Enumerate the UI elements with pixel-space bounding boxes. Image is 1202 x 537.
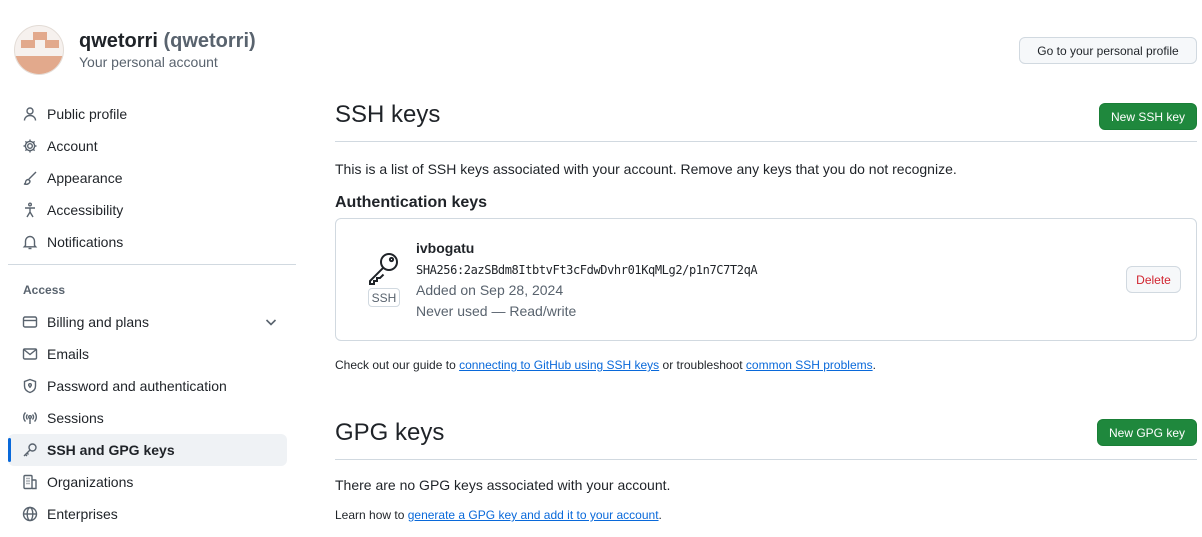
- sidebar-item-label: Organizations: [47, 474, 134, 490]
- ssh-troubleshoot-link[interactable]: common SSH problems: [746, 358, 873, 372]
- gpg-learn-text: Learn how to generate a GPG key and add …: [335, 508, 662, 522]
- credit-card-icon: [21, 313, 39, 331]
- section-divider: [335, 141, 1197, 142]
- paintbrush-icon: [21, 169, 39, 187]
- shield-lock-icon: [21, 377, 39, 395]
- authentication-keys-heading: Authentication keys: [335, 194, 488, 211]
- ssh-badge: SSH: [368, 288, 400, 307]
- sidebar-item-accessibility[interactable]: Accessibility: [8, 194, 287, 226]
- sidebar-item-label: Appearance: [47, 170, 123, 186]
- sidebar-item-label: SSH and GPG keys: [47, 442, 175, 458]
- chevron-down-icon[interactable]: [263, 314, 279, 330]
- accessibility-icon: [21, 201, 39, 219]
- sidebar-item-label: Public profile: [47, 106, 128, 122]
- gpg-learn-link[interactable]: generate a GPG key and add it to your ac…: [408, 508, 659, 522]
- ssh-key-title: ivbogatu: [416, 240, 475, 256]
- ssh-key-fingerprint: SHA256:2azSBdm8ItbtvFt3cFdwDvhr01KqMLg2/…: [416, 263, 758, 277]
- sidebar-item-password-auth[interactable]: Password and authentication: [8, 370, 287, 402]
- sidebar-item-notifications[interactable]: Notifications: [8, 226, 287, 258]
- section-divider: [335, 459, 1197, 460]
- key-icon: [21, 441, 39, 459]
- avatar[interactable]: [14, 25, 64, 75]
- ssh-key-item: [335, 218, 1197, 341]
- ssh-key-usage: Never used — Read/write: [416, 303, 577, 319]
- login-name: (qwetorri): [163, 30, 256, 52]
- sidebar-item-label: Password and authentication: [47, 378, 227, 394]
- guide-prefix: Check out our guide to: [335, 358, 460, 372]
- learn-suffix: .: [658, 508, 662, 522]
- broadcast-icon: [21, 409, 39, 427]
- sidebar-item-appearance[interactable]: Appearance: [8, 162, 287, 194]
- active-indicator: [8, 438, 11, 462]
- new-gpg-key-button[interactable]: New GPG key: [1097, 419, 1197, 446]
- globe-icon: [21, 505, 39, 523]
- gpg-keys-title: GPG keys: [335, 419, 445, 446]
- account-subtitle: Your personal account: [79, 54, 218, 70]
- sidebar-item-enterprises[interactable]: Enterprises: [8, 498, 287, 530]
- sidebar-item-label: Accessibility: [47, 202, 124, 218]
- sidebar-item-label: Account: [47, 138, 98, 154]
- sidebar-divider: [8, 264, 296, 265]
- sidebar-item-label: Emails: [47, 346, 90, 362]
- go-to-profile-button[interactable]: Go to your personal profile: [1019, 37, 1197, 64]
- sidebar-item-ssh-gpg-keys[interactable]: SSH and GPG keys: [8, 434, 287, 466]
- key-icon: [369, 253, 398, 285]
- organization-icon: [21, 473, 39, 491]
- delete-ssh-key-button[interactable]: Delete: [1126, 266, 1181, 293]
- sidebar-item-account[interactable]: Account: [8, 130, 287, 162]
- sidebar-item-label: Billing and plans: [47, 314, 149, 330]
- person-icon: [21, 105, 39, 123]
- sidebar-heading-access: Access: [23, 283, 66, 297]
- mail-icon: [21, 345, 39, 363]
- sidebar-item-public-profile[interactable]: Public profile: [8, 98, 287, 130]
- new-ssh-key-button[interactable]: New SSH key: [1099, 103, 1197, 130]
- bell-icon: [21, 233, 39, 251]
- ssh-guide-text: Check out our guide to connecting to Git…: [335, 358, 876, 372]
- sidebar-item-sessions[interactable]: Sessions: [8, 402, 287, 434]
- ssh-key-added-date: Added on Sep 28, 2024: [416, 282, 564, 298]
- gear-icon: [21, 137, 39, 155]
- gpg-description: There are no GPG keys associated with yo…: [335, 477, 671, 493]
- guide-middle: or troubleshoot: [659, 358, 746, 372]
- ssh-description: This is a list of SSH keys associated wi…: [335, 161, 957, 177]
- display-name: qwetorri: [79, 30, 158, 52]
- learn-prefix: Learn how to: [335, 508, 408, 522]
- sidebar-item-label: Sessions: [47, 410, 104, 426]
- sidebar-item-emails[interactable]: Emails: [8, 338, 287, 370]
- account-name: qwetorri (qwetorri): [79, 30, 256, 53]
- sidebar-item-label: Enterprises: [47, 506, 118, 522]
- sidebar-item-billing[interactable]: Billing and plans: [8, 306, 287, 338]
- sidebar-item-label: Notifications: [47, 234, 124, 250]
- ssh-guide-link[interactable]: connecting to GitHub using SSH keys: [459, 358, 659, 372]
- ssh-keys-title: SSH keys: [335, 101, 441, 128]
- sidebar-item-organizations[interactable]: Organizations: [8, 466, 287, 498]
- guide-suffix: .: [872, 358, 876, 372]
